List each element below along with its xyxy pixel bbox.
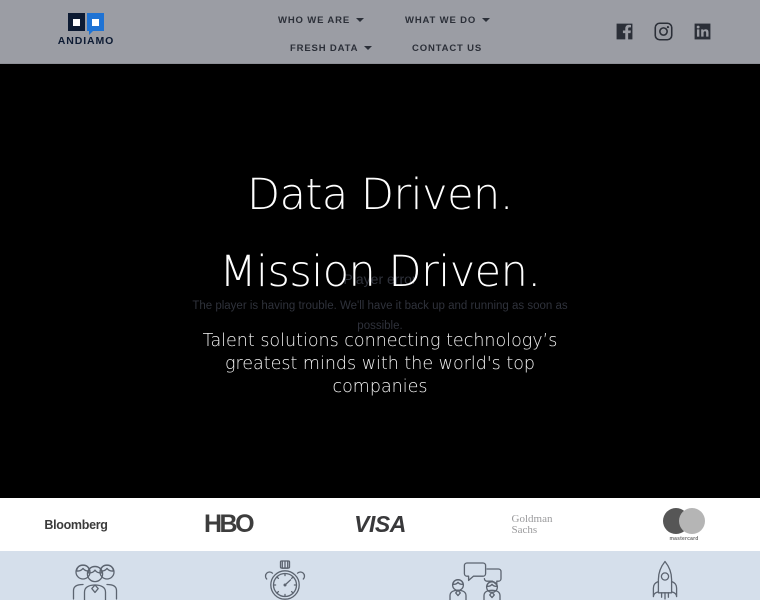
chevron-down-icon [364,46,373,50]
hbo-logo: HBO [203,510,255,538]
main-navigation: WHO WE ARE WHAT WE DO FRESH DATA CONTACT… [258,6,558,62]
nav-item-label: WHO WE ARE [278,14,351,26]
page-root: ANDIAMO WHO WE ARE WHAT WE DO FRESH DATA… [0,0,760,600]
visa-logo: VISA [354,511,406,537]
nav-cell-1: WHO WE ARE [258,15,386,26]
nav-item-fresh-data[interactable]: FRESH DATA [290,42,373,54]
client-logo-band: Bloomberg HBO VISA Goldman Sachs masterc… [0,498,760,551]
nav-row-2: FRESH DATA CONTACT US [258,34,558,62]
feature-item-3 [380,551,570,600]
nav-cell-3: FRESH DATA [258,43,386,54]
hero-content: Data Driven. Mission Driven. Talent solu… [0,64,760,498]
goldman-line-2: Sachs [511,523,538,536]
nav-item-label: FRESH DATA [290,42,359,54]
hero-headline-line-1: Data Driven. [247,170,513,220]
feature-item-4 [570,551,760,600]
client-logo-bloomberg: Bloomberg [0,498,152,551]
people-group-icon [72,564,118,600]
rocket-icon [652,560,678,600]
nav-item-contact-us[interactable]: CONTACT US [412,43,482,54]
client-logo-mastercard: mastercard [608,498,760,551]
logo-square-dark-icon [68,13,85,31]
hero-subheadline: Talent solutions connecting technology’s… [202,331,558,397]
chevron-down-icon [482,18,491,22]
stopwatch-icon [264,560,306,600]
client-logo-visa: VISA [304,498,456,551]
hero-section: Player error The player is having troubl… [0,64,760,498]
site-logo[interactable]: ANDIAMO [57,13,115,47]
mastercard-logo: mastercard [663,507,705,542]
nav-cell-2: WHAT WE DO [386,15,536,26]
goldman-sachs-logo: Goldman Sachs [511,513,553,536]
site-header: ANDIAMO WHO WE ARE WHAT WE DO FRESH DATA… [0,0,760,64]
nav-item-what-we-do[interactable]: WHAT WE DO [405,14,491,26]
logo-wordmark: ANDIAMO [57,35,115,47]
people-conversation-icon [449,562,502,600]
client-logo-goldman-sachs: Goldman Sachs [456,498,608,551]
logo-mark [68,13,104,35]
mastercard-label: mastercard [669,535,699,542]
feature-item-2 [190,551,380,600]
client-logo-hbo: HBO [152,498,304,551]
bloomberg-logo: Bloomberg [44,517,108,532]
nav-item-label: CONTACT US [412,42,483,54]
instagram-icon[interactable] [654,22,673,41]
mastercard-circles-icon [663,507,705,534]
nav-item-label: WHAT WE DO [405,14,477,26]
linkedin-icon[interactable] [693,22,712,41]
facebook-icon[interactable] [615,22,634,41]
social-links [615,22,712,41]
feature-item-1 [0,551,190,600]
chevron-down-icon [356,18,365,22]
nav-row-1: WHO WE ARE WHAT WE DO [258,6,558,34]
logo-square-blue-icon [87,13,104,35]
feature-icon-strip [0,551,760,600]
nav-item-who-we-are[interactable]: WHO WE ARE [278,14,365,26]
hero-headline: Data Driven. Mission Driven. [219,174,541,297]
nav-cell-4: CONTACT US [386,43,536,54]
hero-headline-line-2: Mission Driven. [219,247,541,297]
